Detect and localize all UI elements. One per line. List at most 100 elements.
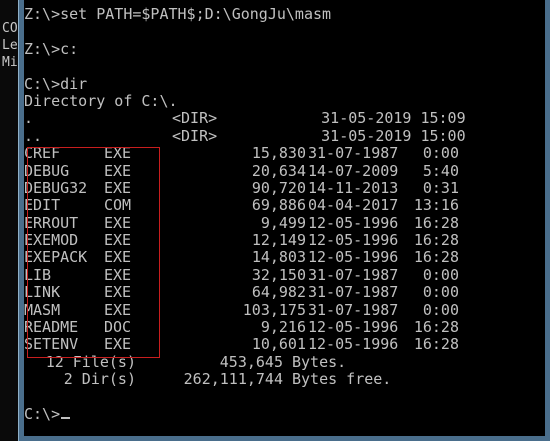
file-name: EDIT xyxy=(24,196,61,215)
summary-file-bytes: 453,645 xyxy=(219,352,283,371)
prompt-line[interactable]: C:\> xyxy=(24,404,545,423)
summary-dirs-row: 2 Dir(s) 262,111,744 Bytes free. xyxy=(24,370,545,389)
file-size: 9,216 xyxy=(260,318,306,337)
command-prompt: C:\> xyxy=(24,404,61,423)
file-row: LIB EXE 32,150 31-07-1987 0:00 xyxy=(24,265,545,284)
file-time: 13:16 xyxy=(413,196,459,215)
file-date: 14-11-2013 xyxy=(308,178,399,197)
file-extension: EXE xyxy=(104,161,132,180)
summary-file-count: 12 File(s) xyxy=(45,352,136,371)
dir-entry-time: 15:00 xyxy=(420,126,466,145)
file-extension: EXE xyxy=(104,213,132,232)
dir-entry-tag: <DIR> xyxy=(172,109,218,128)
dir-entry-time: 15:09 xyxy=(420,109,466,128)
file-name: CREF xyxy=(24,144,61,163)
file-date: 31-07-1987 xyxy=(308,144,399,163)
file-name: DEBUG xyxy=(24,161,70,180)
file-date: 12-05-1996 xyxy=(308,248,399,267)
file-date: 31-07-1987 xyxy=(308,300,399,319)
command-line-set-path: Z:\>set PATH=$PATH$;D:\GongJu\masm xyxy=(24,5,332,23)
file-date: 12-05-1996 xyxy=(308,231,399,250)
file-size: 90,720 xyxy=(251,178,306,197)
file-extension: EXE xyxy=(104,144,132,163)
file-name: README xyxy=(24,318,79,337)
file-extension: DOC xyxy=(104,318,132,337)
file-list: CREF EXE 15,830 31-07-1987 0:00 DEBUG EXE 20,63… xyxy=(24,144,545,354)
file-size: 14,803 xyxy=(251,248,306,267)
file-row: EXEMOD EXE 12,149 12-05-1996 16:28 xyxy=(24,231,545,250)
file-time: 16:28 xyxy=(413,335,459,354)
file-size: 103,175 xyxy=(242,300,306,319)
file-size: 12,149 xyxy=(251,231,306,250)
file-extension: COM xyxy=(104,196,132,215)
background-text-line: CO xyxy=(2,21,18,36)
file-date: 12-05-1996 xyxy=(308,335,399,354)
summary-files-row: 12 File(s) 453,645 Bytes. xyxy=(24,352,545,371)
file-extension: EXE xyxy=(104,300,132,319)
file-size: 20,634 xyxy=(251,161,306,180)
file-extension: EXE xyxy=(104,178,132,197)
dir-entry-date: 31-05-2019 xyxy=(321,109,412,128)
summary-dir-suffix: Bytes free. xyxy=(292,370,392,389)
file-row: DEBUG32 EXE 90,720 14-11-2013 0:31 xyxy=(24,178,545,197)
file-row: DEBUG EXE 20,634 14-07-2009 5:40 xyxy=(24,161,545,180)
background-text-line: Le xyxy=(2,38,18,53)
dir-entry-name: . xyxy=(24,109,34,128)
file-size: 64,982 xyxy=(251,283,306,302)
background-window: CO Le Mi xyxy=(0,0,18,441)
file-date: 31-07-1987 xyxy=(308,265,399,284)
dir-entry-name: .. xyxy=(24,126,43,145)
file-date: 31-07-1987 xyxy=(308,283,399,302)
dir-entry-tag: <DIR> xyxy=(172,126,218,145)
file-row: LINK EXE 64,982 31-07-1987 0:00 xyxy=(24,283,545,302)
file-size: 15,830 xyxy=(251,144,306,163)
file-row: SETENV EXE 10,601 12-05-1996 16:28 xyxy=(24,335,545,354)
file-name: EXEMOD xyxy=(24,231,79,250)
dir-entry-row: .. <DIR> 31-05-2019 15:00 xyxy=(24,126,545,145)
file-name: MASM xyxy=(24,300,61,319)
file-extension: EXE xyxy=(104,265,132,284)
text-cursor xyxy=(61,416,71,419)
summary-dir-count: 2 Dir(s) xyxy=(63,370,136,389)
file-name: DEBUG32 xyxy=(24,178,88,197)
file-size: 69,886 xyxy=(251,196,306,215)
file-time: 0:00 xyxy=(422,300,459,319)
file-size: 32,150 xyxy=(251,265,306,284)
file-row: MASM EXE 103,175 31-07-1987 0:00 xyxy=(24,300,545,319)
file-size: 9,499 xyxy=(260,213,306,232)
file-name: LINK xyxy=(24,283,61,302)
file-time: 16:28 xyxy=(413,318,459,337)
file-row: EDIT COM 69,886 04-04-2017 13:16 xyxy=(24,196,545,215)
file-time: 0:31 xyxy=(422,178,459,197)
file-time: 0:00 xyxy=(422,283,459,302)
file-time: 16:28 xyxy=(413,231,459,250)
file-name: LIB xyxy=(24,265,52,284)
file-name: EXEPACK xyxy=(24,248,88,267)
file-size: 10,601 xyxy=(251,335,306,354)
file-extension: EXE xyxy=(104,231,132,250)
background-text-line: Mi xyxy=(2,55,18,70)
file-row: CREF EXE 15,830 31-07-1987 0:00 xyxy=(24,144,545,163)
file-extension: EXE xyxy=(104,283,132,302)
file-date: 12-05-1996 xyxy=(308,318,399,337)
file-time: 0:00 xyxy=(422,144,459,163)
file-time: 5:40 xyxy=(422,161,459,180)
console-output[interactable]: Z:\>set PATH=$PATH$;D:\GongJu\masm Z:\>c… xyxy=(24,0,545,436)
file-name: SETENV xyxy=(24,335,79,354)
directory-header: Directory of C:\. xyxy=(24,91,178,110)
file-time: 0:00 xyxy=(422,265,459,284)
file-extension: EXE xyxy=(104,335,132,354)
command-line-change-drive: Z:\>c: xyxy=(24,39,79,58)
command-line-dir: C:\>dir xyxy=(24,74,88,93)
file-date: 12-05-1996 xyxy=(308,213,399,232)
file-date: 04-04-2017 xyxy=(308,196,399,215)
file-row: EXEPACK EXE 14,803 12-05-1996 16:28 xyxy=(24,248,545,267)
bg-spacer xyxy=(2,0,18,20)
file-row: ERROUT EXE 9,499 12-05-1996 16:28 xyxy=(24,213,545,232)
summary-dir-bytes: 262,111,744 xyxy=(183,370,283,389)
file-time: 16:28 xyxy=(413,248,459,267)
file-time: 16:28 xyxy=(413,213,459,232)
file-name: ERROUT xyxy=(24,213,79,232)
